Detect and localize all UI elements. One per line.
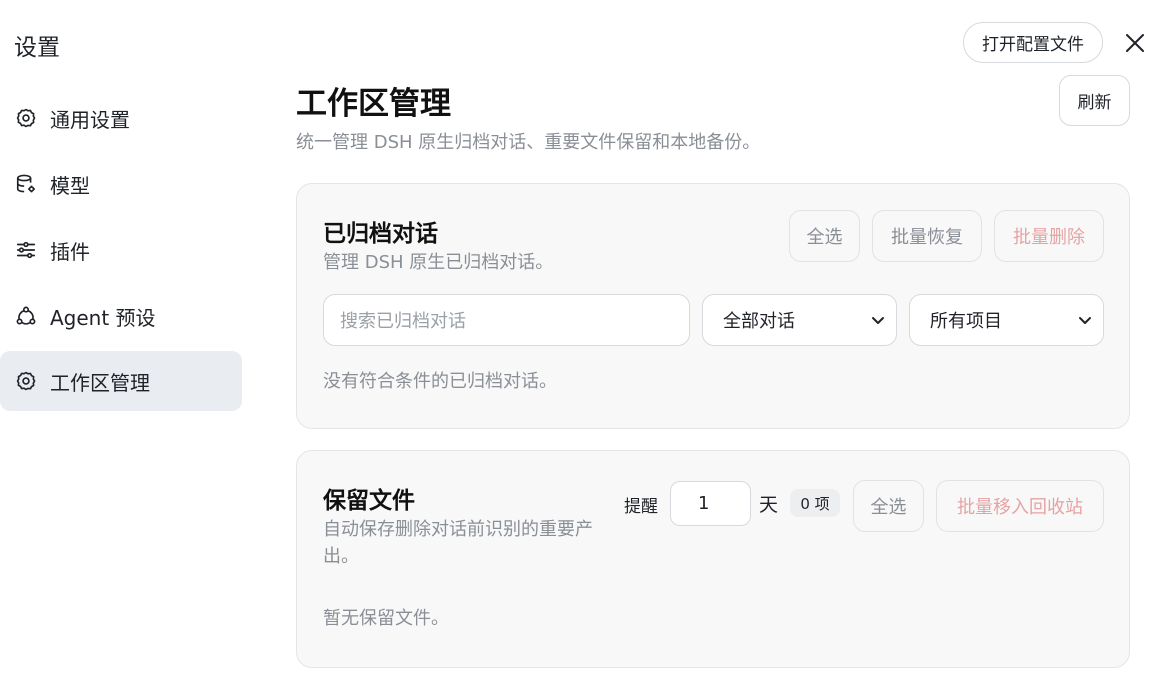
page-subtitle: 统一管理 DSH 原生归档对话、重要文件保留和本地备份。 (296, 132, 761, 153)
retained-files-card: 保留文件 自动保存删除对话前识别的重要产出。 提醒 1 天 0 项 全选 批量移… (296, 450, 1130, 668)
retained-count-badge: 0 项 (790, 489, 840, 517)
close-icon (1126, 34, 1144, 52)
close-button[interactable] (1122, 30, 1148, 56)
archived-select-all-button[interactable]: 全选 (789, 210, 860, 262)
sidebar-item-plugins[interactable]: 插件 (0, 220, 242, 280)
retained-title: 保留文件 (323, 488, 415, 514)
retained-select-all-button[interactable]: 全选 (853, 480, 924, 532)
archived-conversations-card: 已归档对话 管理 DSH 原生已归档对话。 全选 批量恢复 批量删除 搜索已归档… (296, 183, 1130, 429)
sidebar-item-label: 模型 (50, 173, 90, 198)
sidebar-item-label: 通用设置 (50, 107, 130, 132)
remind-days-input[interactable]: 1 (670, 481, 751, 526)
project-filter-select[interactable]: 所有项目 (909, 294, 1104, 346)
remind-label: 提醒 (624, 497, 658, 517)
retained-empty-text: 暂无保留文件。 (323, 608, 449, 629)
database-gear-icon (14, 172, 38, 196)
archived-empty-text: 没有符合条件的已归档对话。 (323, 371, 557, 392)
archived-title: 已归档对话 (323, 221, 438, 247)
sliders-icon (14, 238, 38, 262)
sidebar-item-label: 工作区管理 (50, 370, 150, 395)
conversation-filter-select[interactable]: 全部对话 (702, 294, 897, 346)
agent-nodes-icon (14, 304, 38, 328)
sidebar-item-workspace[interactable]: 工作区管理 (0, 351, 242, 411)
days-unit-label: 天 (759, 494, 779, 516)
gear-icon (14, 106, 38, 130)
project-filter-value: 所有项目 (930, 311, 1002, 332)
sidebar-item-label: 插件 (50, 239, 90, 264)
chevron-down-icon (870, 312, 886, 328)
archived-search-input[interactable]: 搜索已归档对话 (323, 294, 690, 346)
retained-description: 自动保存删除对话前识别的重要产出。 (323, 519, 593, 567)
refresh-button[interactable]: 刷新 (1059, 75, 1130, 126)
batch-delete-button[interactable]: 批量删除 (994, 210, 1104, 262)
archived-description: 管理 DSH 原生已归档对话。 (323, 252, 554, 273)
open-config-button[interactable]: 打开配置文件 (963, 22, 1103, 63)
conversation-filter-value: 全部对话 (723, 311, 795, 332)
sidebar-item-models[interactable]: 模型 (0, 154, 242, 214)
gear-icon (14, 369, 38, 393)
settings-window: 设置 通用设置 模型 插件 Agent 预设 工作区管理 打开配置文件 工作区管… (0, 0, 1158, 673)
sidebar: 设置 通用设置 模型 插件 Agent 预设 工作区管理 (0, 0, 260, 673)
chevron-down-icon (1077, 312, 1093, 328)
batch-move-to-trash-button[interactable]: 批量移入回收站 (936, 480, 1104, 532)
sidebar-item-agent-presets[interactable]: Agent 预设 (0, 286, 242, 346)
sidebar-item-general[interactable]: 通用设置 (0, 88, 242, 148)
sidebar-item-label: Agent 预设 (50, 305, 156, 330)
sidebar-title: 设置 (14, 35, 60, 61)
batch-restore-button[interactable]: 批量恢复 (872, 210, 982, 262)
page-title: 工作区管理 (296, 86, 451, 122)
